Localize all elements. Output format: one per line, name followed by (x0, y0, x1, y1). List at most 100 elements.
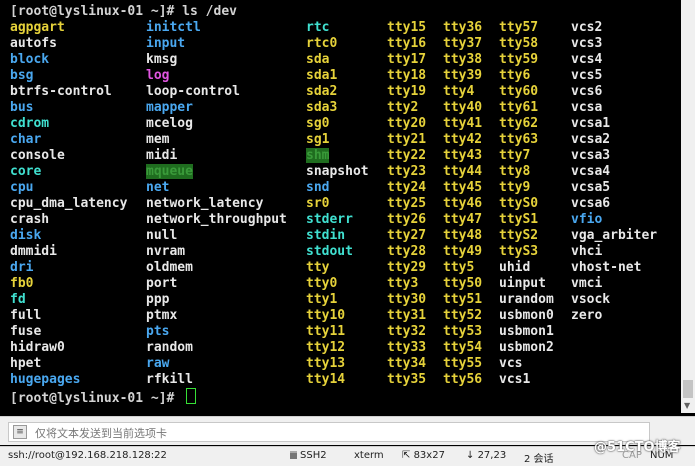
dev-entry: uinput (499, 276, 546, 291)
scrollbar-thumb[interactable] (683, 380, 693, 398)
dev-entry: tty0 (306, 276, 338, 291)
status-bar: ssh://root@192.168.218.128:22 SSH2 xterm… (0, 446, 695, 466)
dev-entry: network_throughput (146, 212, 287, 227)
cursor-position: ↓ 27,23 (466, 450, 506, 461)
dev-entry: tty34 (387, 356, 427, 371)
dev-entry: tty19 (387, 84, 427, 99)
dev-entry: port (146, 276, 178, 291)
dev-entry: tty45 (443, 180, 483, 195)
terminal-screen[interactable]: [root@lyslinux-01 ~]# ls /dev agpgart aut… (0, 0, 681, 413)
dev-entry: initctl (146, 20, 201, 35)
dev-entry: vcsa5 (571, 180, 611, 195)
dev-entry: tty14 (306, 372, 346, 387)
vertical-scrollbar[interactable]: ▼ (681, 0, 695, 413)
dev-entry: vcsa2 (571, 132, 611, 147)
dev-entry: tty29 (387, 260, 427, 275)
send-menu-icon[interactable]: ≡ (13, 425, 27, 439)
dev-entry: tty (306, 260, 330, 275)
dev-entry: tty31 (387, 308, 427, 323)
dev-entry: tty51 (443, 292, 483, 307)
dev-entry: hpet (10, 356, 42, 371)
dev-entry: tty60 (499, 84, 539, 99)
dev-entry: vcs5 (571, 68, 603, 83)
dev-entry: hugepages (10, 372, 81, 387)
dev-entry: tty59 (499, 52, 539, 67)
dev-entry: ptmx (146, 308, 178, 323)
dev-entry: tty27 (387, 228, 427, 243)
dev-entry: vcs (499, 356, 523, 371)
dev-entry: vfio (571, 212, 603, 227)
dev-entry: vhost-net (571, 260, 642, 275)
dev-entry: sda3 (306, 100, 338, 115)
dev-entry: tty41 (443, 116, 483, 131)
dev-entry: nvram (146, 244, 186, 259)
dev-entry: tty44 (443, 164, 483, 179)
dev-entry: usbmon1 (499, 324, 554, 339)
text-cursor (186, 388, 197, 404)
prompt-text: [root@lyslinux-01 ~]# (10, 391, 183, 406)
dev-entry: tty20 (387, 116, 427, 131)
dev-entry: tty54 (443, 340, 483, 355)
dev-entry: stderr (306, 212, 353, 227)
dev-entry: tty26 (387, 212, 427, 227)
dev-entry: tty55 (443, 356, 483, 371)
dev-entry: ppp (146, 292, 170, 307)
dev-entry: vcs3 (571, 36, 603, 51)
dev-entry: mapper (146, 100, 193, 115)
dev-entry: tty61 (499, 100, 539, 115)
watermark: @51CTO博客 (594, 440, 681, 455)
dev-entry: vcs4 (571, 52, 603, 67)
command-line-prompt[interactable]: [root@lyslinux-01 ~]# (10, 388, 197, 407)
dev-entry: vcsa3 (571, 148, 611, 163)
dev-entry: disk (10, 228, 42, 243)
dev-entry: tty17 (387, 52, 427, 67)
dev-entry: tty52 (443, 308, 483, 323)
dev-entry: tty63 (499, 132, 539, 147)
dev-entry: shm (306, 148, 330, 163)
dev-entry: sg0 (306, 116, 330, 131)
dev-entry: tty4 (443, 84, 475, 99)
dev-entry: tty24 (387, 180, 427, 195)
dev-entry: input (146, 36, 186, 51)
dev-entry: tty2 (387, 100, 419, 115)
ls-column: initctl input kmsg log loop-control mapper mce… (146, 20, 287, 388)
dev-entry: tty30 (387, 292, 427, 307)
send-text-input[interactable]: ≡ 仅将文本发送到当前选项卡 (8, 422, 650, 442)
dev-entry: mcelog (146, 116, 193, 131)
dev-entry: btrfs-control (10, 84, 112, 99)
dev-entry: mem (146, 132, 170, 147)
dev-entry: tty62 (499, 116, 539, 131)
dev-entry: tty57 (499, 20, 539, 35)
dev-entry: cpu_dma_latency (10, 196, 128, 211)
dev-entry: tty16 (387, 36, 427, 51)
terminal-size: ⇱ 83x27 (402, 450, 445, 461)
dev-entry: tty6 (499, 68, 531, 83)
dev-entry: tty43 (443, 148, 483, 163)
scroll-down-arrow-icon[interactable]: ▼ (684, 401, 690, 410)
dev-entry: cpu (10, 180, 34, 195)
dev-entry: tty46 (443, 196, 483, 211)
dev-entry: tty39 (443, 68, 483, 83)
dev-entry: core (10, 164, 42, 179)
dev-entry: tty56 (443, 372, 483, 387)
dev-entry: ttyS2 (499, 228, 539, 243)
dev-entry: agpgart (10, 20, 65, 35)
ls-column: agpgart autofs block bsg btrfs-control bus cdr… (10, 20, 127, 388)
dev-entry: net (146, 180, 170, 195)
dev-entry: vhci (571, 244, 603, 259)
dev-entry: tty38 (443, 52, 483, 67)
dev-entry: tty7 (499, 148, 531, 163)
dev-entry: midi (146, 148, 178, 163)
dev-entry: zero (571, 308, 603, 323)
dev-entry: bus (10, 100, 34, 115)
dev-entry: tty58 (499, 36, 539, 51)
dev-entry: vcs6 (571, 84, 603, 99)
dev-entry: oldmem (146, 260, 193, 275)
dev-entry: tty50 (443, 276, 483, 291)
dev-entry: tty18 (387, 68, 427, 83)
ls-column: vcs2 vcs3 vcs4 vcs5 vcs6 vcsa vcsa1 vcsa2 vcsa3 v… (571, 20, 657, 324)
ls-column: tty57 tty58 tty59 tty6 tty60 tty61 tty62 tty63 t… (499, 20, 554, 388)
dev-entry: snd (306, 180, 330, 195)
connection-address: ssh://root@192.168.218.128:22 (8, 450, 167, 461)
terminal-type: xterm (354, 450, 384, 461)
